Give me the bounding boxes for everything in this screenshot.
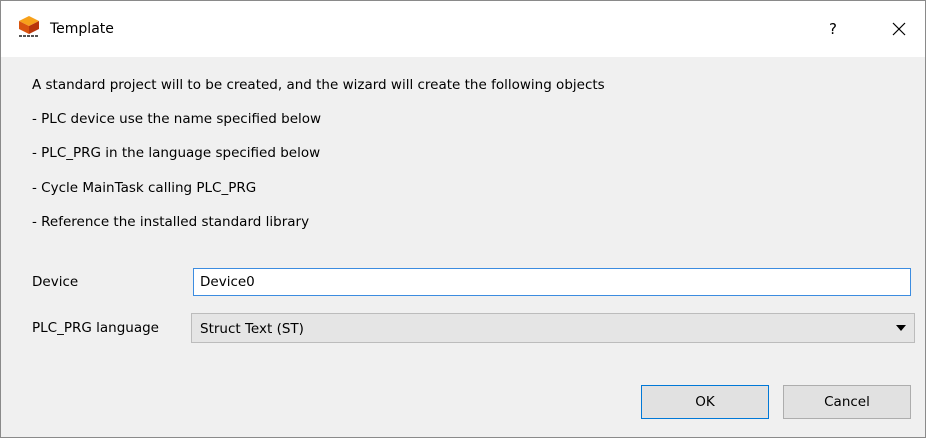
close-icon <box>892 22 906 36</box>
template-dialog: Template ? A standard project will to be… <box>0 0 926 438</box>
device-label: Device <box>32 274 79 290</box>
cancel-button[interactable]: Cancel <box>783 385 911 419</box>
title-bar: Template ? <box>1 1 925 57</box>
ok-button[interactable]: OK <box>641 385 769 419</box>
description-item: - Cycle MainTask calling PLC_PRG <box>32 180 257 196</box>
language-selected-value: Struct Text (ST) <box>200 321 304 337</box>
device-name-input[interactable] <box>193 268 911 296</box>
description-item: - PLC_PRG in the language specified belo… <box>32 145 321 161</box>
help-button[interactable]: ? <box>821 15 845 43</box>
dropdown-arrow-icon <box>896 325 906 331</box>
description-intro: A standard project will to be created, a… <box>32 77 605 93</box>
language-select[interactable]: Struct Text (ST) <box>191 313 915 343</box>
dialog-content: A standard project will to be created, a… <box>1 57 925 437</box>
help-label: ? <box>829 20 837 38</box>
description-item: - PLC device use the name specified belo… <box>32 111 322 127</box>
window-title: Template <box>50 21 114 37</box>
language-label: PLC_PRG language <box>32 320 159 336</box>
close-button[interactable] <box>885 15 913 43</box>
codesys-cube-icon <box>19 16 39 37</box>
description-item: - Reference the installed standard libra… <box>32 214 310 230</box>
